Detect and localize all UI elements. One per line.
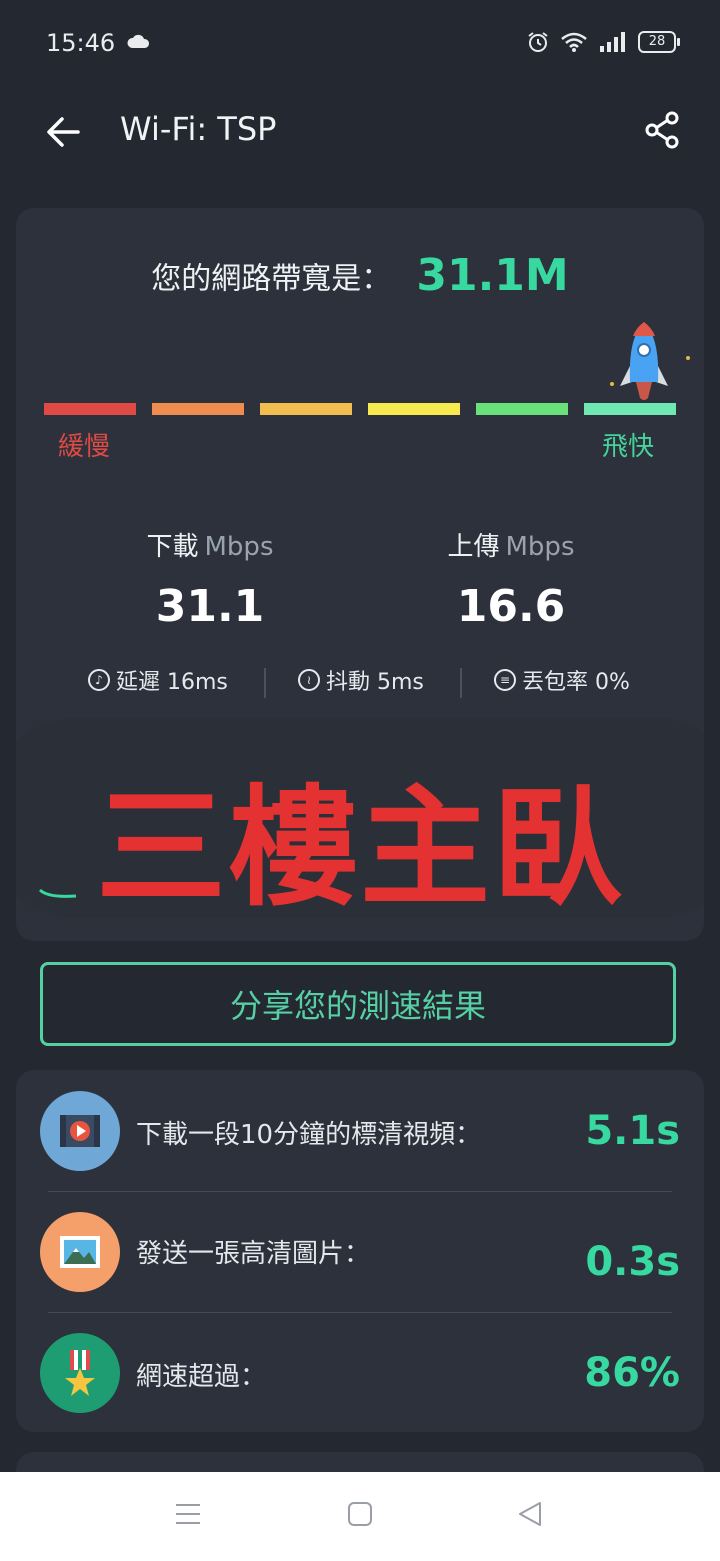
packet-loss-label: 丟包率 0% bbox=[522, 670, 630, 695]
back-arrow-icon[interactable] bbox=[44, 112, 84, 152]
jitter-icon: ≀ bbox=[298, 669, 320, 691]
scale-segment bbox=[152, 403, 244, 415]
menu-icon[interactable] bbox=[174, 1500, 202, 1528]
latency-label: 延遲 16ms bbox=[116, 670, 228, 695]
list-item: 發送一張高清圖片： 0.3s bbox=[16, 1191, 704, 1311]
image-send-label: 發送一張高清圖片： bbox=[136, 1239, 371, 1269]
info-list: 下載一段10分鐘的標清視頻： 5.1s 發送一張高清圖片： 0.3s 網速超過：… bbox=[16, 1070, 704, 1432]
speed-exceed-label: 網速超過： bbox=[136, 1362, 267, 1392]
share-icon[interactable] bbox=[644, 110, 680, 150]
upload-value: 16.6 bbox=[456, 581, 566, 632]
packet-loss-metric: ≡ 丟包率 0% bbox=[494, 664, 630, 696]
upload-unit: Mbps bbox=[505, 532, 575, 562]
video-download-value: 5.1s bbox=[585, 1108, 680, 1154]
medal-icon bbox=[40, 1333, 120, 1413]
status-time: 15:46 bbox=[46, 29, 116, 57]
download-label: 下載 bbox=[146, 532, 199, 562]
bandwidth-value: 31.1M bbox=[416, 250, 569, 301]
video-icon bbox=[40, 1091, 120, 1171]
navigation-bar bbox=[0, 1472, 720, 1561]
latency-icon: ♪ bbox=[88, 669, 110, 691]
image-icon bbox=[40, 1212, 120, 1292]
wifi-icon bbox=[561, 32, 587, 52]
divider bbox=[460, 668, 462, 698]
overlay-annotation: 三樓主臥 bbox=[95, 772, 624, 924]
video-download-label: 下載一段10分鐘的標清視頻： bbox=[136, 1120, 482, 1150]
scale-slow-label: 緩慢 bbox=[58, 432, 111, 462]
share-result-button[interactable]: 分享您的測速結果 bbox=[40, 962, 676, 1046]
speed-scale bbox=[44, 403, 676, 415]
signal-icon bbox=[600, 32, 625, 52]
app-bar: Wi-Fi: TSP bbox=[0, 90, 720, 190]
scale-segment bbox=[584, 403, 676, 415]
upload-label: 上傳 bbox=[447, 532, 500, 562]
status-bar: 15:46 28 bbox=[0, 0, 720, 90]
bandwidth-row: 您的網路帶寬是： 31.1M bbox=[16, 250, 704, 301]
rocket-icon bbox=[610, 322, 690, 400]
image-send-value: 0.3s bbox=[585, 1239, 680, 1285]
scale-fast-label: 飛快 bbox=[602, 432, 655, 462]
result-card: 您的網路帶寬是： 31.1M 緩慢 飛快 下載 Mbps 31.1 上傳 Mbps … bbox=[16, 208, 704, 941]
divider bbox=[264, 668, 266, 698]
speed-exceed-value: 86% bbox=[584, 1350, 680, 1396]
scale-segment bbox=[368, 403, 460, 415]
download-value: 31.1 bbox=[155, 581, 265, 632]
latency-metric: ♪ 延遲 16ms bbox=[88, 664, 228, 696]
list-item: 下載一段10分鐘的標清視頻： 5.1s bbox=[16, 1070, 704, 1190]
home-square-icon[interactable] bbox=[346, 1500, 374, 1528]
download-unit: Mbps bbox=[204, 532, 274, 562]
back-triangle-icon[interactable] bbox=[516, 1500, 544, 1528]
jitter-label: 抖動 5ms bbox=[326, 670, 424, 695]
scale-segment bbox=[260, 403, 352, 415]
upload-stat: 上傳 Mbps 16.6 bbox=[361, 526, 661, 632]
battery-icon: 28 bbox=[638, 31, 680, 53]
status-icons: 28 bbox=[526, 30, 680, 54]
list-item: 網速超過： 86% bbox=[16, 1312, 704, 1432]
packet-loss-icon: ≡ bbox=[494, 669, 516, 691]
metrics-row: ♪ 延遲 16ms ≀ 抖動 5ms ≡ 丟包率 0% bbox=[16, 664, 704, 704]
scale-segment bbox=[44, 403, 136, 415]
alarm-icon bbox=[528, 32, 548, 52]
bandwidth-label: 您的網路帶寬是： bbox=[151, 261, 392, 297]
page-title: Wi-Fi: TSP bbox=[120, 110, 277, 148]
scale-segment bbox=[476, 403, 568, 415]
download-stat: 下載 Mbps 31.1 bbox=[60, 526, 360, 632]
jitter-metric: ≀ 抖動 5ms bbox=[298, 664, 424, 696]
cloud-icon bbox=[127, 34, 150, 48]
